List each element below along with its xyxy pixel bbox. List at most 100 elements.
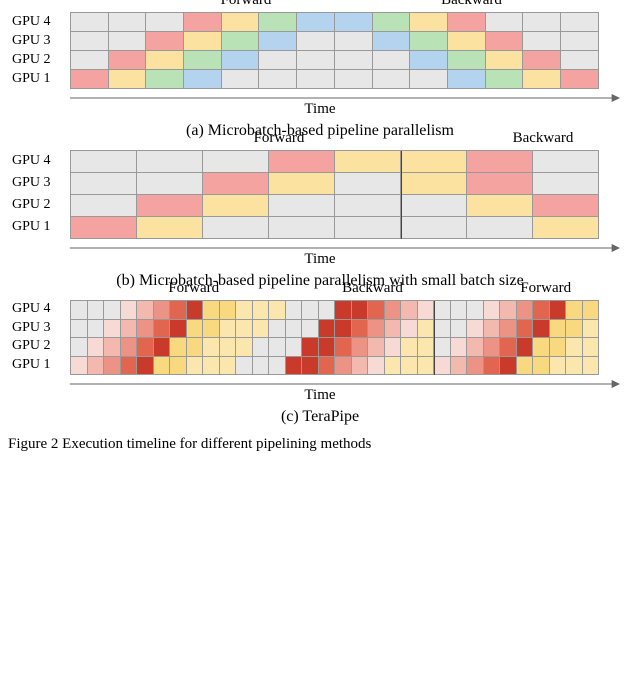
phase-labels-c: ForwardBackwardForward: [70, 280, 620, 298]
timeline-grid-c: [70, 300, 599, 375]
timeline-cell: [137, 173, 203, 195]
timeline-cell: [517, 301, 534, 320]
timeline-cell: [533, 357, 550, 376]
time-label-b: Time: [8, 251, 632, 268]
timeline-cell: [71, 70, 109, 89]
timeline-cell: [269, 357, 286, 376]
timeline-cell: [401, 301, 418, 320]
timeline-cell: [104, 357, 121, 376]
timeline-cell: [187, 320, 204, 339]
timeline-cell: [203, 151, 269, 173]
timeline-cell: [154, 338, 171, 357]
timeline-cell: [269, 195, 335, 217]
timeline-grid-b: [70, 150, 599, 239]
timeline-cell: [121, 301, 138, 320]
grid-a: ForwardBackward GPU 4GPU 3GPU 2GPU 1: [70, 12, 620, 89]
timeline-cell: [88, 301, 105, 320]
gpu-label: GPU 1: [12, 216, 51, 238]
timeline-cell: [335, 338, 352, 357]
timeline-cell: [583, 320, 600, 339]
timeline-cell: [222, 13, 260, 32]
timeline-cell: [467, 301, 484, 320]
timeline-cell: [486, 32, 524, 51]
timeline-cell: [203, 320, 220, 339]
timeline-cell: [269, 151, 335, 173]
timeline-cell: [236, 338, 253, 357]
timeline-cell: [486, 70, 524, 89]
timeline-cell: [253, 357, 270, 376]
gpu-labels-c: GPU 4GPU 3GPU 2GPU 1: [12, 300, 51, 374]
gpu-label: GPU 2: [12, 194, 51, 216]
timeline-cell: [373, 32, 411, 51]
timeline-cell: [550, 301, 567, 320]
timeline-cell: [286, 357, 303, 376]
grid-c: ForwardBackwardForward GPU 4GPU 3GPU 2GP…: [70, 300, 620, 375]
timeline-cell: [434, 338, 451, 357]
timeline-cell: [137, 151, 203, 173]
timeline-cell: [71, 51, 109, 70]
timeline-cell: [373, 51, 411, 70]
timeline-cell: [154, 301, 171, 320]
timeline-cell: [583, 301, 600, 320]
timeline-cell: [121, 357, 138, 376]
timeline-cell: [154, 357, 171, 376]
timeline-cell: [533, 320, 550, 339]
time-label-a: Time: [8, 101, 632, 118]
timeline-cell: [352, 320, 369, 339]
timeline-cell: [236, 357, 253, 376]
gpu-label: GPU 1: [12, 69, 51, 88]
timeline-cell: [401, 195, 467, 217]
timeline-cell: [203, 338, 220, 357]
timeline-cell: [146, 13, 184, 32]
timeline-cell: [373, 70, 411, 89]
timeline-cell: [71, 151, 137, 173]
timeline-cell: [137, 301, 154, 320]
timeline-cell: [484, 357, 501, 376]
timeline-cell: [401, 217, 467, 239]
timeline-cell: [410, 13, 448, 32]
timeline-cell: [335, 32, 373, 51]
timeline-cell: [302, 320, 319, 339]
timeline-cell: [259, 32, 297, 51]
phase-label: Forward: [221, 0, 272, 9]
timeline-cell: [484, 338, 501, 357]
timeline-cell: [203, 217, 269, 239]
timeline-cell: [170, 301, 187, 320]
timeline-cell: [88, 338, 105, 357]
timeline-cell: [269, 173, 335, 195]
timeline-cell: [236, 301, 253, 320]
timeline-cell: [187, 357, 204, 376]
time-arrow-b: [70, 243, 620, 253]
timeline-cell: [533, 217, 599, 239]
timeline-cell: [146, 70, 184, 89]
timeline-cell: [170, 357, 187, 376]
timeline-cell: [269, 338, 286, 357]
timeline-cell: [451, 357, 468, 376]
timeline-cell: [121, 320, 138, 339]
timeline-cell: [467, 217, 533, 239]
timeline-cell: [104, 320, 121, 339]
timeline-cell: [401, 173, 467, 195]
gpu-label: GPU 3: [12, 319, 51, 338]
timeline-cell: [448, 32, 486, 51]
timeline-cell: [401, 320, 418, 339]
timeline-cell: [410, 51, 448, 70]
timeline-cell: [401, 357, 418, 376]
timeline-cell: [146, 51, 184, 70]
timeline-cell: [259, 51, 297, 70]
timeline-cell: [335, 301, 352, 320]
timeline-cell: [467, 357, 484, 376]
caption-c: (c) TeraPipe: [8, 408, 632, 426]
timeline-cell: [373, 13, 411, 32]
phase-label: Backward: [513, 130, 574, 147]
timeline-cell: [335, 51, 373, 70]
timeline-cell: [523, 51, 561, 70]
timeline-cell: [170, 320, 187, 339]
timeline-cell: [368, 338, 385, 357]
timeline-cell: [222, 32, 260, 51]
timeline-cell: [467, 320, 484, 339]
timeline-grid-a: [70, 12, 599, 89]
timeline-cell: [583, 338, 600, 357]
timeline-cell: [286, 338, 303, 357]
timeline-cell: [286, 301, 303, 320]
